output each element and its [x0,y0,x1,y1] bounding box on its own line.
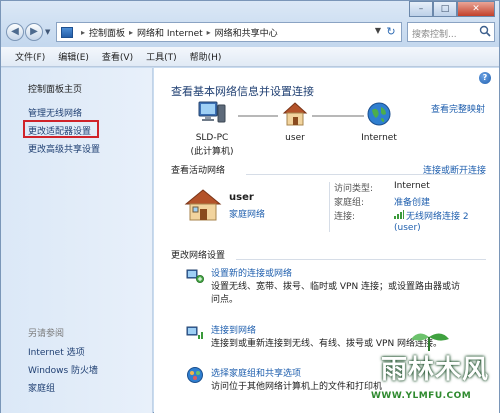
connect-disconnect-link[interactable]: 连接或断开连接 [423,163,486,176]
menu-bar: 文件(F) 编辑(E) 查看(V) 工具(T) 帮助(H) [1,47,499,67]
minimize-button[interactable]: – [409,1,433,17]
home-network-icon [184,189,222,221]
control-panel-icon [61,26,73,38]
network-type-link[interactable]: 家庭网络 [229,207,265,220]
menu-help[interactable]: 帮助(H) [190,50,222,63]
view-full-map-link[interactable]: 查看完整映射 [431,102,485,115]
search-icon[interactable] [479,25,491,37]
title-bar: – □ ✕ ◀ ▶ ▼ ▸ 控制面板 ▸ 网络和 Internet ▸ 网络和共… [1,1,499,47]
breadcrumb-control-panel[interactable]: 控制面板 [89,26,125,39]
divider [236,259,486,260]
highlight-box [23,120,99,138]
setup-new-connection-desc: 设置无线、宽带、拨号、临时或 VPN 连接；或设置路由器或访问点。 [211,282,461,305]
see-also-label: 另请参阅 [28,329,65,339]
page-title: 查看基本网络信息并设置连接 [171,85,314,98]
connect-to-network-link[interactable]: 连接到网络 [211,323,256,336]
breadcrumb-network-sharing-center[interactable]: 网络和共享中心 [215,26,278,39]
sidebar-item-manage-wireless[interactable]: 管理无线网络 [28,106,82,119]
homegroup-icon [187,367,203,383]
watermark-url: WWW.YLMFU.COM [371,391,472,401]
menu-file[interactable]: 文件(F) [15,50,45,63]
search-placeholder: 搜索控制... [412,30,457,40]
home-network-icon [282,102,308,126]
menu-tools[interactable]: 工具(T) [146,50,177,63]
watermark-logo: 雨林木风 WWW.YLMFU.COM [363,331,495,411]
divider [329,182,330,232]
map-node-computer-name: SLD-PC [195,133,229,143]
refresh-icon[interactable]: ↻ [383,24,399,40]
search-input[interactable]: 搜索控制... [407,22,495,42]
map-node-internet-name: Internet [361,133,397,143]
recent-pages-dropdown-icon[interactable]: ▼ [45,28,50,36]
sidebar-item-internet-options[interactable]: Internet 选项 [28,345,85,358]
forward-button[interactable]: ▶ [25,23,43,41]
maximize-button[interactable]: □ [433,1,457,17]
connection-label: 连接: [334,212,356,222]
sidebar: 控制面板主页 管理无线网络 更改适配器设置 更改高级共享设置 另请参阅 Inte… [1,68,153,413]
chevron-right-icon[interactable]: ▸ [207,28,211,37]
connect-network-icon [186,326,203,339]
access-type-label: 访问类型: [334,184,374,194]
map-node-internet[interactable]: Internet [352,101,406,144]
chevron-right-icon[interactable]: ▸ [81,28,85,37]
address-bar[interactable]: ▸ 控制面板 ▸ 网络和 Internet ▸ 网络和共享中心 ▼ ↻ [56,22,402,42]
homegroup-label: 家庭组: [334,198,365,208]
homegroup-ready-link[interactable]: 准备创建 [394,195,430,208]
menu-edit[interactable]: 编辑(E) [58,50,89,63]
map-node-computer: SLD-PC (此计算机) [182,101,242,158]
wireless-connection-link[interactable]: 无线网络连接 2 [406,209,469,222]
homegroup-sharing-link[interactable]: 选择家庭组和共享选项 [211,366,301,379]
signal-strength-icon [394,210,404,219]
computer-icon [198,101,226,123]
active-network-name: user [229,192,254,203]
help-icon[interactable]: ? [479,72,491,84]
sidebar-item-homegroup[interactable]: 家庭组 [28,381,55,394]
map-node-network: user [272,101,318,144]
close-button[interactable]: ✕ [457,1,495,17]
watermark-text: 雨林木风 [381,355,490,385]
chevron-right-icon[interactable]: ▸ [129,28,133,37]
access-type-value: Internet [394,181,430,191]
sidebar-item-control-panel-home[interactable]: 控制面板主页 [28,82,82,95]
sidebar-item-advanced-sharing[interactable]: 更改高级共享设置 [28,142,100,155]
breadcrumb-network-internet[interactable]: 网络和 Internet [137,26,203,39]
map-node-computer-sub: (此计算机) [190,147,234,157]
new-connection-icon [186,269,204,283]
active-networks-title: 查看活动网络 [171,166,226,176]
menu-view[interactable]: 查看(V) [102,50,133,63]
map-node-network-name: user [285,133,305,143]
address-dropdown-icon[interactable]: ▼ [375,26,381,35]
window: – □ ✕ ◀ ▶ ▼ ▸ 控制面板 ▸ 网络和 Internet ▸ 网络和共… [0,0,500,413]
globe-icon [367,102,391,126]
window-controls: – □ ✕ [409,1,495,17]
setup-new-connection-link[interactable]: 设置新的连接或网络 [211,266,292,279]
back-button[interactable]: ◀ [6,23,24,41]
change-settings-title: 更改网络设置 [171,251,226,261]
wireless-connection-sub[interactable]: (user) [394,223,421,233]
sidebar-item-windows-firewall[interactable]: Windows 防火墙 [28,363,98,376]
